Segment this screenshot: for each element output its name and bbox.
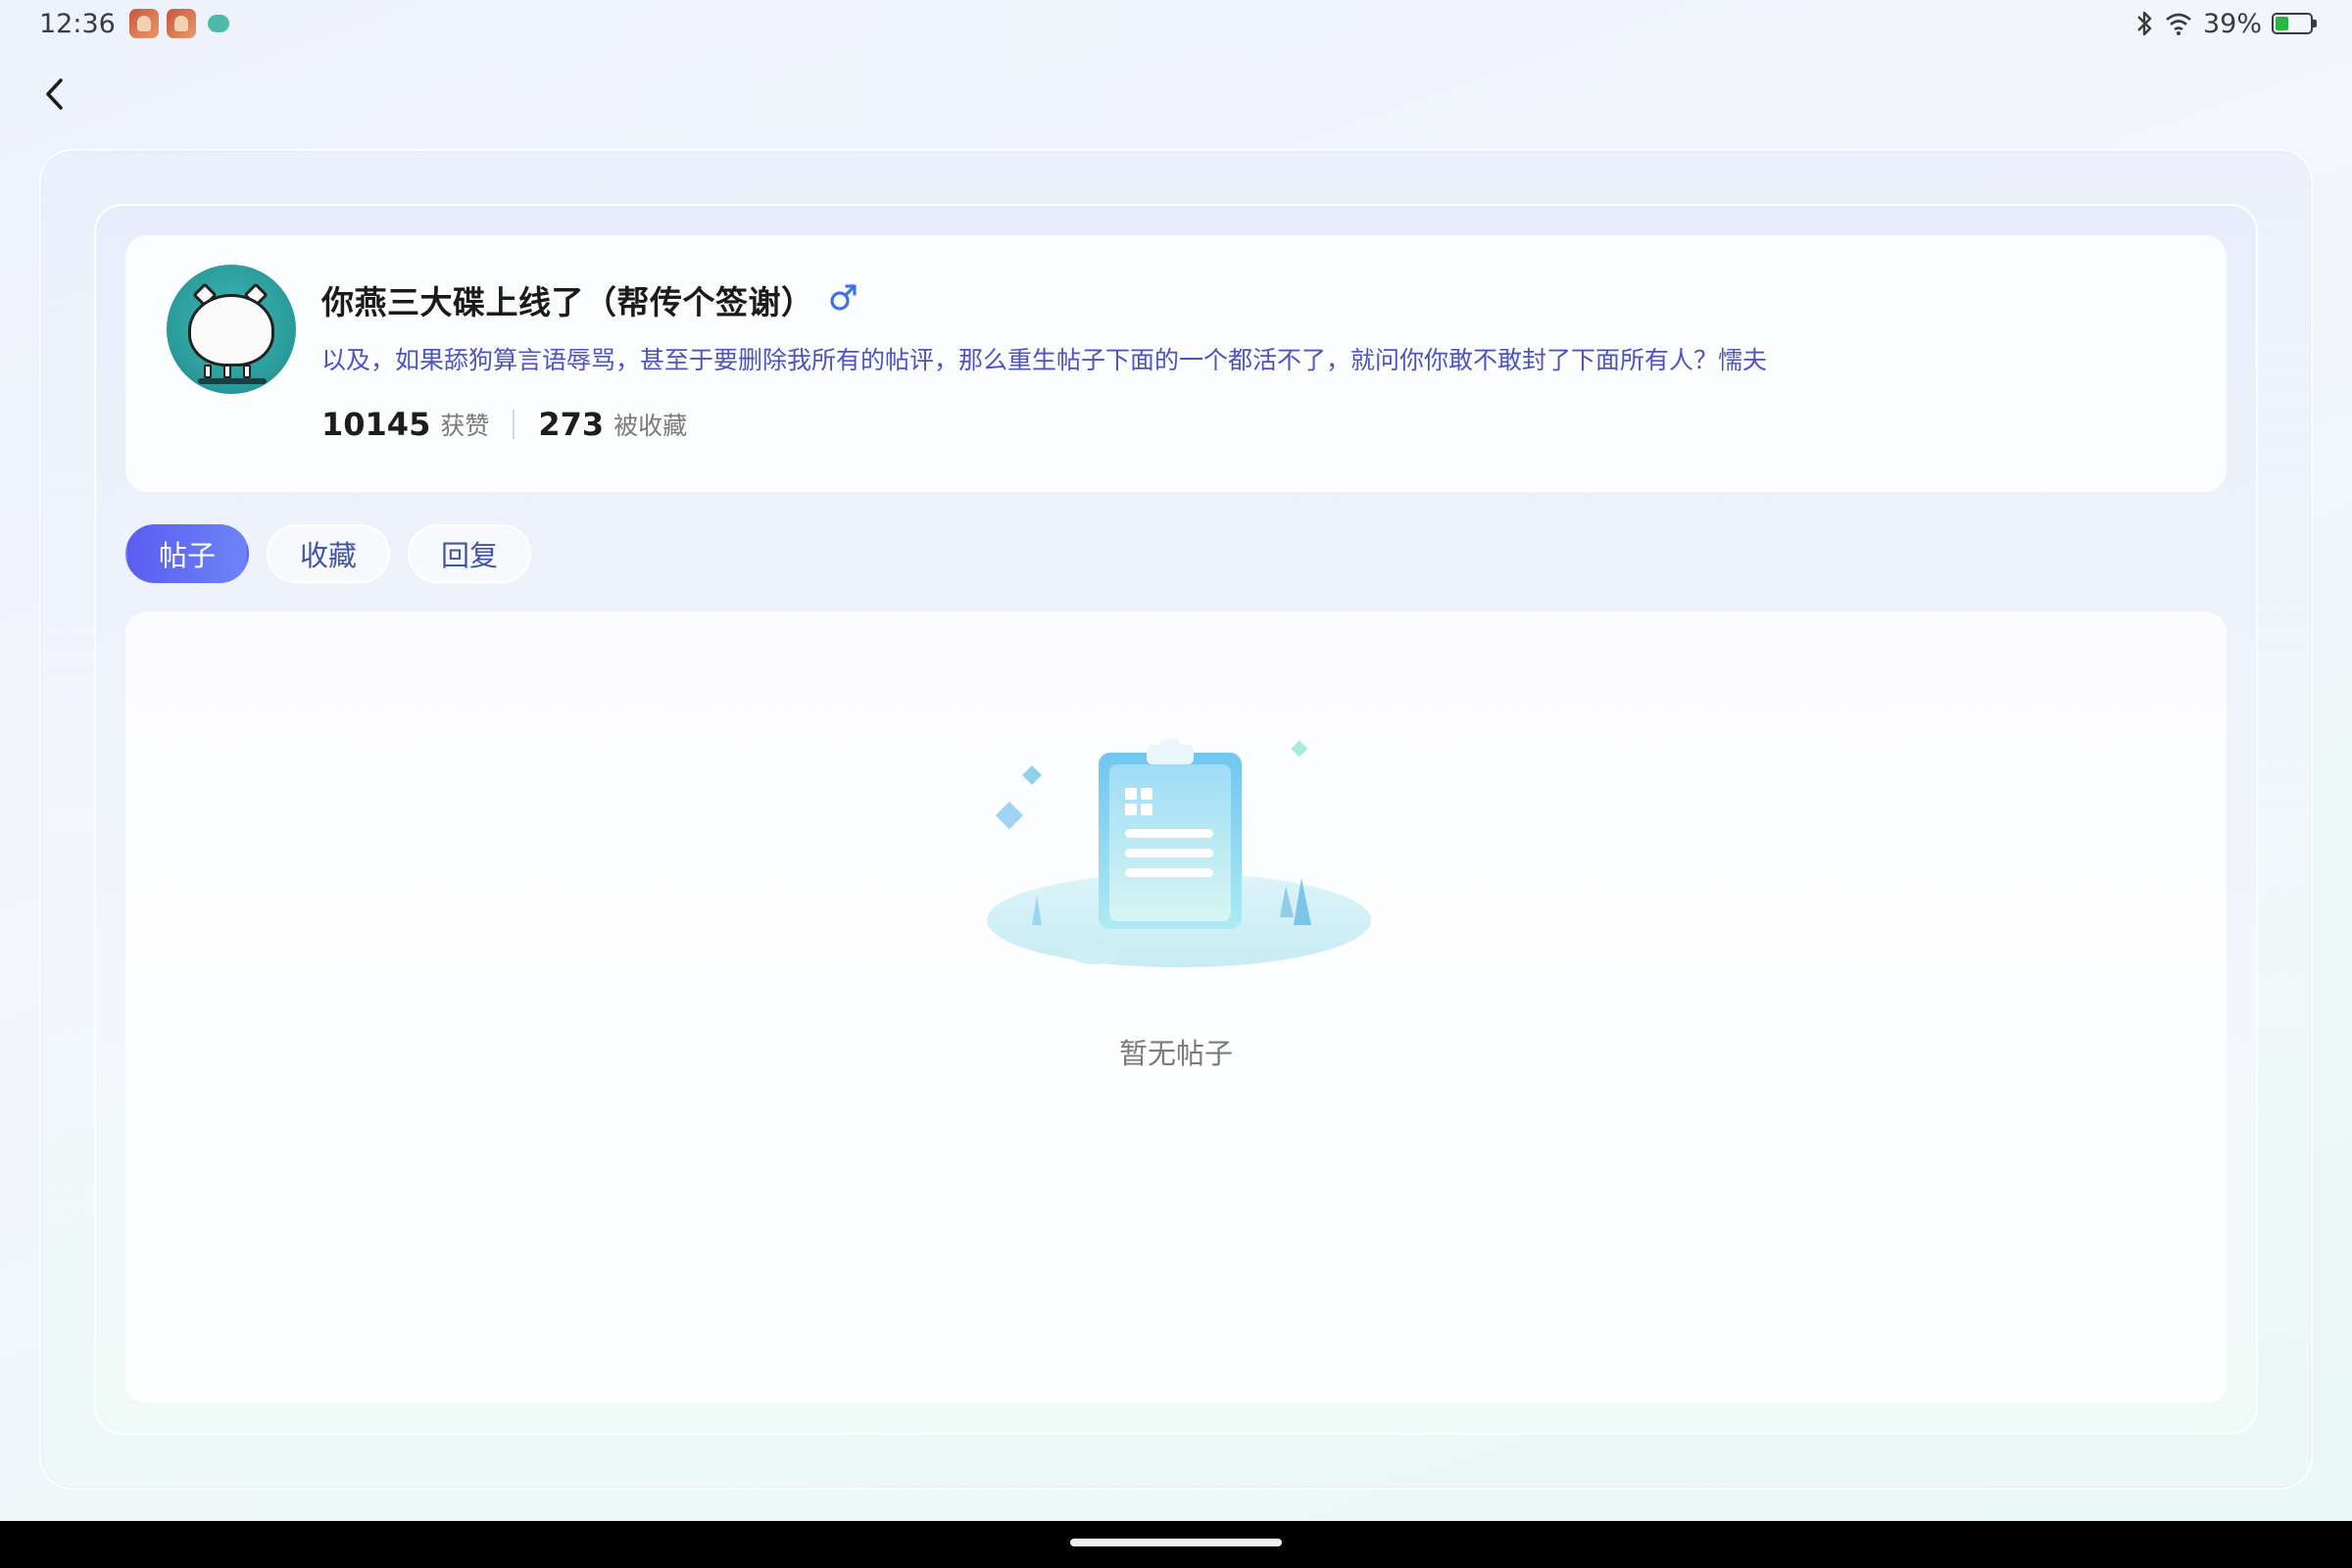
empty-clipboard-icon bbox=[987, 739, 1371, 967]
likes-count: 10145 bbox=[321, 406, 431, 443]
bluetooth-icon bbox=[2137, 11, 2152, 36]
status-bar: 12:36 39% bbox=[0, 0, 2352, 47]
avatar[interactable] bbox=[167, 265, 296, 394]
user-stats: 10145 获赞 273 被收藏 bbox=[321, 406, 687, 443]
favorited-label: 被收藏 bbox=[613, 412, 688, 440]
status-right: 39% bbox=[2134, 8, 2317, 39]
system-nav-bar bbox=[0, 1521, 2352, 1568]
chevron-left-icon bbox=[46, 78, 63, 110]
wifi-icon bbox=[2166, 13, 2191, 35]
content-panel: 暂无帖子 bbox=[125, 612, 2227, 1403]
app-notification-icon bbox=[204, 9, 233, 38]
username: 你燕三大碟上线了（帮传个签谢） bbox=[321, 283, 814, 321]
tab-posts[interactable]: 帖子 bbox=[125, 524, 250, 583]
back-button[interactable] bbox=[33, 73, 76, 116]
avatar-cat-body bbox=[188, 294, 274, 367]
user-bio: 以及，如果舔狗算言语辱骂，甚至于要删除我所有的帖评，那么重生帖子下面的一个都活不… bbox=[321, 346, 1768, 374]
app-notification-icon bbox=[128, 9, 159, 38]
avatar-cat-leg bbox=[223, 365, 231, 378]
status-left: 12:36 bbox=[39, 9, 233, 39]
tab-favorites[interactable]: 收藏 bbox=[267, 524, 391, 583]
avatar-cat-shadow bbox=[198, 378, 267, 384]
empty-state-text: 暂无帖子 bbox=[1118, 1037, 1233, 1070]
likes-label: 获赞 bbox=[440, 412, 490, 440]
battery-icon bbox=[2272, 13, 2317, 34]
tab-replies[interactable]: 回复 bbox=[408, 524, 532, 583]
avatar-cat-leg bbox=[204, 365, 212, 378]
battery-fill bbox=[2276, 17, 2289, 30]
app-notification-icon bbox=[166, 9, 196, 38]
battery-percent: 39% bbox=[2202, 8, 2262, 39]
stats-divider bbox=[513, 410, 515, 439]
favorited-count: 273 bbox=[538, 406, 605, 443]
status-time: 12:36 bbox=[39, 8, 116, 39]
profile-card: 你燕三大碟上线了（帮传个签谢） 以及，如果舔狗算言语辱骂，甚至于要删除我所有的帖… bbox=[125, 235, 2227, 492]
profile-tabs: 帖子 收藏 回复 bbox=[125, 524, 532, 583]
avatar-cat-leg bbox=[243, 365, 251, 378]
home-indicator[interactable] bbox=[1070, 1539, 1282, 1546]
male-icon bbox=[830, 284, 857, 311]
